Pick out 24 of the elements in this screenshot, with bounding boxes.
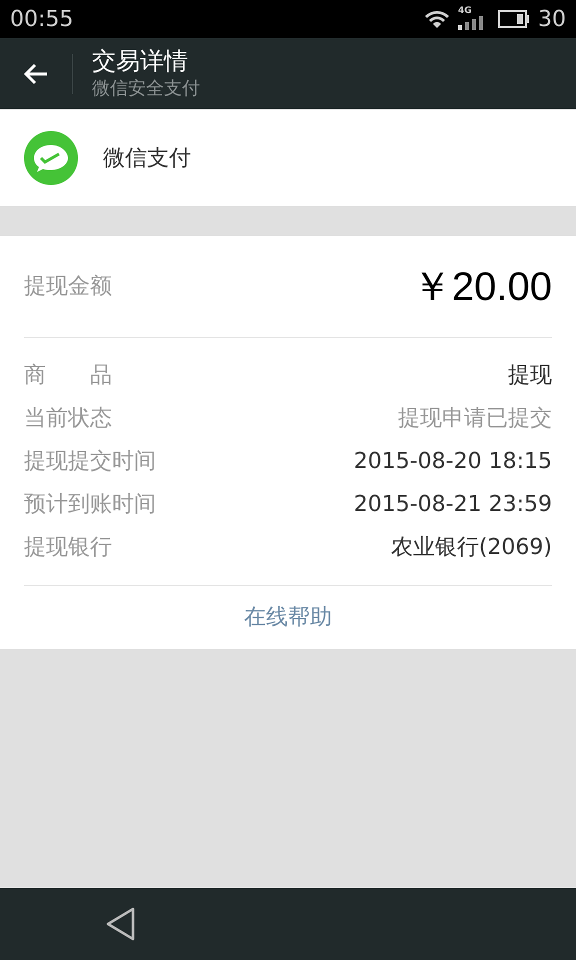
- amount-label: 提现金额: [24, 273, 112, 301]
- detail-label: 预计到账时间: [24, 491, 156, 519]
- back-icon: [23, 62, 49, 86]
- amount-value: ￥20.00: [412, 264, 552, 310]
- page-subtitle: 微信安全支付: [92, 76, 200, 100]
- detail-value: 农业银行(2069): [390, 534, 552, 562]
- status-time: 00:55: [10, 6, 74, 34]
- detail-label: 提现银行: [24, 534, 112, 562]
- triangle-back-icon: [105, 907, 135, 941]
- detail-value: 提现: [508, 362, 552, 390]
- battery-level: 30: [538, 6, 566, 34]
- detail-label: 当前状态: [24, 405, 112, 433]
- battery-icon: [498, 10, 530, 28]
- page-title: 交易详情: [92, 46, 189, 76]
- detail-value: 2015-08-21 23:59: [354, 491, 552, 519]
- wifi-icon: [424, 9, 450, 29]
- detail-value: 2015-08-20 18:15: [354, 448, 552, 476]
- merchant-name: 微信支付: [103, 144, 191, 172]
- network-label: 4G: [458, 5, 472, 18]
- detail-label: 提现提交时间: [24, 448, 156, 476]
- chat-check-icon: [24, 131, 78, 185]
- detail-label: 商 品: [24, 362, 112, 390]
- help-link[interactable]: 在线帮助: [244, 601, 332, 634]
- detail-value: 提现申请已提交: [398, 405, 552, 433]
